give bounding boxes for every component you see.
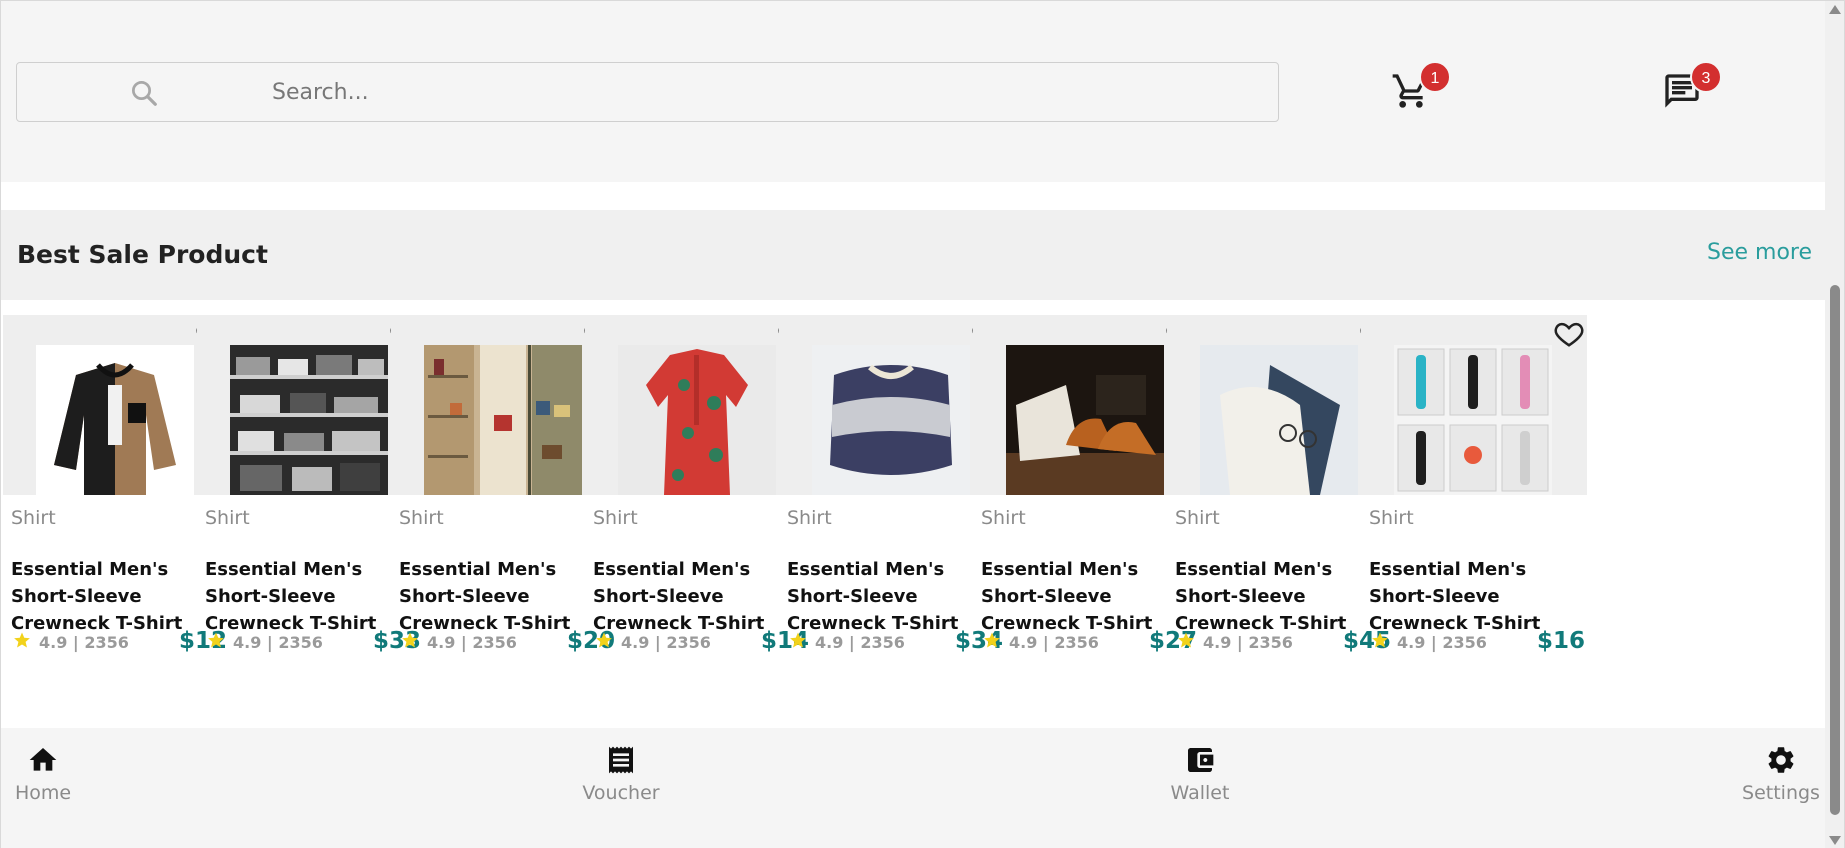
product-image: [618, 345, 776, 495]
star-icon: [208, 632, 224, 648]
gear-icon: [1768, 747, 1794, 773]
product-category: Shirt: [205, 507, 250, 529]
nav-wallet-label: Wallet: [1170, 782, 1230, 804]
nav-settings-label: Settings: [1742, 782, 1820, 804]
product-card[interactable]: Shirt Essential Men's Short-Sleeve Crewn…: [973, 315, 1199, 675]
product-rating: 4.9 | 2356: [1397, 633, 1487, 652]
product-card[interactable]: Shirt Essential Men's Short-Sleeve Crewn…: [585, 315, 811, 675]
product-image: [1006, 345, 1164, 495]
search-box[interactable]: [16, 62, 1279, 122]
product-image: [1200, 345, 1358, 495]
product-image-area: [779, 315, 1005, 495]
bottom-nav: Home Voucher Wallet Settings: [1, 728, 1827, 848]
scroll-down-arrow[interactable]: [1829, 836, 1841, 845]
product-image-area: [1167, 315, 1393, 495]
product-image-area: [197, 315, 423, 495]
search-icon: [132, 81, 157, 106]
product-card[interactable]: Shirt Essential Men's Short-Sleeve Crewn…: [1361, 315, 1587, 675]
product-rating: 4.9 | 2356: [1203, 633, 1293, 652]
see-more-link[interactable]: See more: [1707, 240, 1812, 265]
product-category: Shirt: [1369, 507, 1414, 529]
product-rating: 4.9 | 2356: [1009, 633, 1099, 652]
product-image-area: [585, 315, 811, 495]
product-image: [36, 345, 194, 495]
product-card[interactable]: Shirt Essential Men's Short-Sleeve Crewn…: [1167, 315, 1393, 675]
cart-button[interactable]: 1: [1391, 61, 1451, 115]
product-rating: 4.9 | 2356: [233, 633, 323, 652]
section-header: Best Sale Product See more: [1, 210, 1827, 300]
star-icon: [596, 632, 612, 648]
nav-home[interactable]: Home: [15, 744, 71, 804]
product-card[interactable]: Shirt Essential Men's Short-Sleeve Crewn…: [779, 315, 1005, 675]
scrollbar-thumb[interactable]: [1830, 285, 1840, 815]
star-icon: [1372, 632, 1388, 648]
star-icon: [790, 632, 806, 648]
product-image: [424, 345, 582, 495]
nav-settings[interactable]: Settings: [1741, 744, 1821, 804]
search-input[interactable]: [272, 71, 1232, 113]
scroll-up-arrow[interactable]: [1829, 5, 1841, 14]
nav-voucher-label: Voucher: [582, 782, 660, 804]
product-list: Shirt Essential Men's Short-Sleeve Crewn…: [3, 315, 1827, 675]
favorite-button[interactable]: [1553, 319, 1587, 351]
product-card[interactable]: Shirt Essential Men's Short-Sleeve Crewn…: [391, 315, 617, 675]
nav-voucher[interactable]: Voucher: [581, 744, 661, 804]
wallet-icon: [1188, 748, 1214, 772]
star-icon: [1178, 632, 1194, 648]
receipt-icon: [609, 746, 633, 774]
product-price: $16: [1536, 628, 1585, 654]
nav-wallet[interactable]: Wallet: [1167, 744, 1233, 804]
star-icon: [984, 632, 1000, 648]
product-image: [1394, 345, 1552, 495]
product-image-area: [391, 315, 617, 495]
header: 1 3: [1, 1, 1827, 182]
product-rating: 4.9 | 2356: [815, 633, 905, 652]
section-title: Best Sale Product: [17, 240, 268, 269]
divider: [1, 182, 1827, 210]
product-category: Shirt: [981, 507, 1026, 529]
product-image-area: [1361, 315, 1587, 495]
product-category: Shirt: [1175, 507, 1220, 529]
cart-count-badge: 1: [1419, 61, 1451, 93]
vertical-scrollbar[interactable]: [1825, 1, 1844, 848]
product-category: Shirt: [399, 507, 444, 529]
product-name[interactable]: Essential Men's Short-Sleeve Crewneck T-…: [1369, 556, 1591, 637]
heart-icon: [1554, 322, 1584, 347]
product-category: Shirt: [11, 507, 56, 529]
nav-home-label: Home: [15, 782, 72, 804]
product-image-area: [3, 315, 229, 495]
product-card[interactable]: Shirt Essential Men's Short-Sleeve Crewn…: [3, 315, 229, 675]
star-icon: [402, 632, 418, 648]
home-icon: [29, 748, 57, 771]
product-rating: 4.9 | 2356: [39, 633, 129, 652]
product-category: Shirt: [593, 507, 638, 529]
product-rating: 4.9 | 2356: [621, 633, 711, 652]
product-image: [812, 345, 970, 495]
product-image-area: [973, 315, 1199, 495]
product-image: [230, 345, 388, 495]
app-window: 1 3 Best Sale Product See more: [0, 0, 1845, 848]
product-card[interactable]: Shirt Essential Men's Short-Sleeve Crewn…: [197, 315, 423, 675]
messages-button[interactable]: 3: [1662, 61, 1722, 115]
star-icon: [14, 632, 30, 648]
product-rating: 4.9 | 2356: [427, 633, 517, 652]
messages-count-badge: 3: [1690, 61, 1722, 93]
product-category: Shirt: [787, 507, 832, 529]
